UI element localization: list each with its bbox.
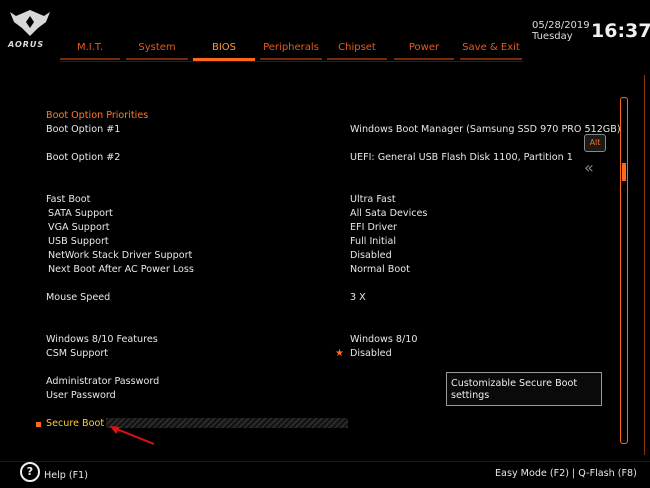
- help-icon[interactable]: ?: [20, 462, 40, 482]
- boot-option-2-label[interactable]: Boot Option #2: [46, 152, 120, 163]
- next-boot-ac-label[interactable]: Next Boot After AC Power Loss: [48, 264, 194, 275]
- date-text: 05/28/2019: [532, 20, 590, 31]
- scrollbar-thumb[interactable]: [622, 163, 626, 181]
- fast-boot-label[interactable]: Fast Boot: [46, 194, 90, 205]
- tooltip-line-1: Customizable Secure Boot: [451, 378, 578, 389]
- usb-support-value[interactable]: Full Initial: [350, 236, 396, 247]
- brand-name: AORUS: [8, 40, 45, 49]
- help-text[interactable]: Help (F1): [44, 470, 88, 481]
- tab-peripherals[interactable]: Peripherals: [260, 38, 322, 60]
- csm-support-value[interactable]: Disabled: [350, 348, 392, 359]
- tab-mit[interactable]: M.I.T.: [60, 38, 120, 60]
- boot-option-1-label[interactable]: Boot Option #1: [46, 124, 120, 135]
- network-stack-label[interactable]: NetWork Stack Driver Support: [48, 250, 192, 261]
- footer-divider: [0, 461, 650, 462]
- windows-features-label[interactable]: Windows 8/10 Features: [46, 334, 158, 345]
- pointer-arrow-icon: [110, 426, 155, 445]
- date-display: 05/28/2019 Tuesday: [532, 20, 590, 42]
- sata-support-label[interactable]: SATA Support: [48, 208, 113, 219]
- boot-priorities-heading: Boot Option Priorities: [46, 110, 149, 121]
- mouse-speed-value[interactable]: 3 X: [350, 292, 366, 303]
- star-icon: ★: [335, 348, 344, 359]
- fast-boot-value[interactable]: Ultra Fast: [350, 194, 396, 205]
- tab-power[interactable]: Power: [394, 38, 454, 60]
- easy-mode-qflash[interactable]: Easy Mode (F2) | Q-Flash (F8): [495, 468, 637, 479]
- boot-option-2-value[interactable]: UEFI: General USB Flash Disk 1100, Parti…: [350, 152, 573, 163]
- boot-option-1-value[interactable]: Windows Boot Manager (Samsung SSD 970 PR…: [350, 124, 621, 135]
- main-tabs: M.I.T. System BIOS Peripherals Chipset P…: [60, 38, 522, 62]
- vga-support-label[interactable]: VGA Support: [48, 222, 110, 233]
- help-tooltip: Customizable Secure Boot settings: [446, 372, 602, 406]
- tooltip-line-2: settings: [451, 390, 490, 401]
- next-boot-ac-value[interactable]: Normal Boot: [350, 264, 410, 275]
- network-stack-value[interactable]: Disabled: [350, 250, 392, 261]
- secure-boot-label[interactable]: Secure Boot: [46, 418, 104, 429]
- alt-key-button[interactable]: Alt: [584, 134, 606, 152]
- windows-features-value[interactable]: Windows 8/10: [350, 334, 417, 345]
- tab-divider: [60, 61, 523, 62]
- user-password-label[interactable]: User Password: [46, 390, 116, 401]
- day-text: Tuesday: [532, 31, 573, 42]
- side-decoration: [630, 75, 645, 455]
- tab-bios[interactable]: BIOS: [193, 38, 255, 61]
- admin-password-label[interactable]: Administrator Password: [46, 376, 159, 387]
- sata-support-value[interactable]: All Sata Devices: [350, 208, 427, 219]
- clock-display: 16:37: [591, 20, 650, 42]
- tab-chipset[interactable]: Chipset: [327, 38, 387, 60]
- vga-support-value[interactable]: EFI Driver: [350, 222, 397, 233]
- scrollbar[interactable]: [620, 97, 628, 444]
- tab-save-exit[interactable]: Save & Exit: [460, 38, 522, 60]
- mouse-speed-label[interactable]: Mouse Speed: [46, 292, 110, 303]
- csm-support-label[interactable]: CSM Support: [46, 348, 108, 359]
- collapse-chevron-icon[interactable]: «: [584, 158, 594, 177]
- selection-marker-icon: [36, 422, 41, 427]
- usb-support-label[interactable]: USB Support: [48, 236, 109, 247]
- tab-system[interactable]: System: [126, 38, 188, 60]
